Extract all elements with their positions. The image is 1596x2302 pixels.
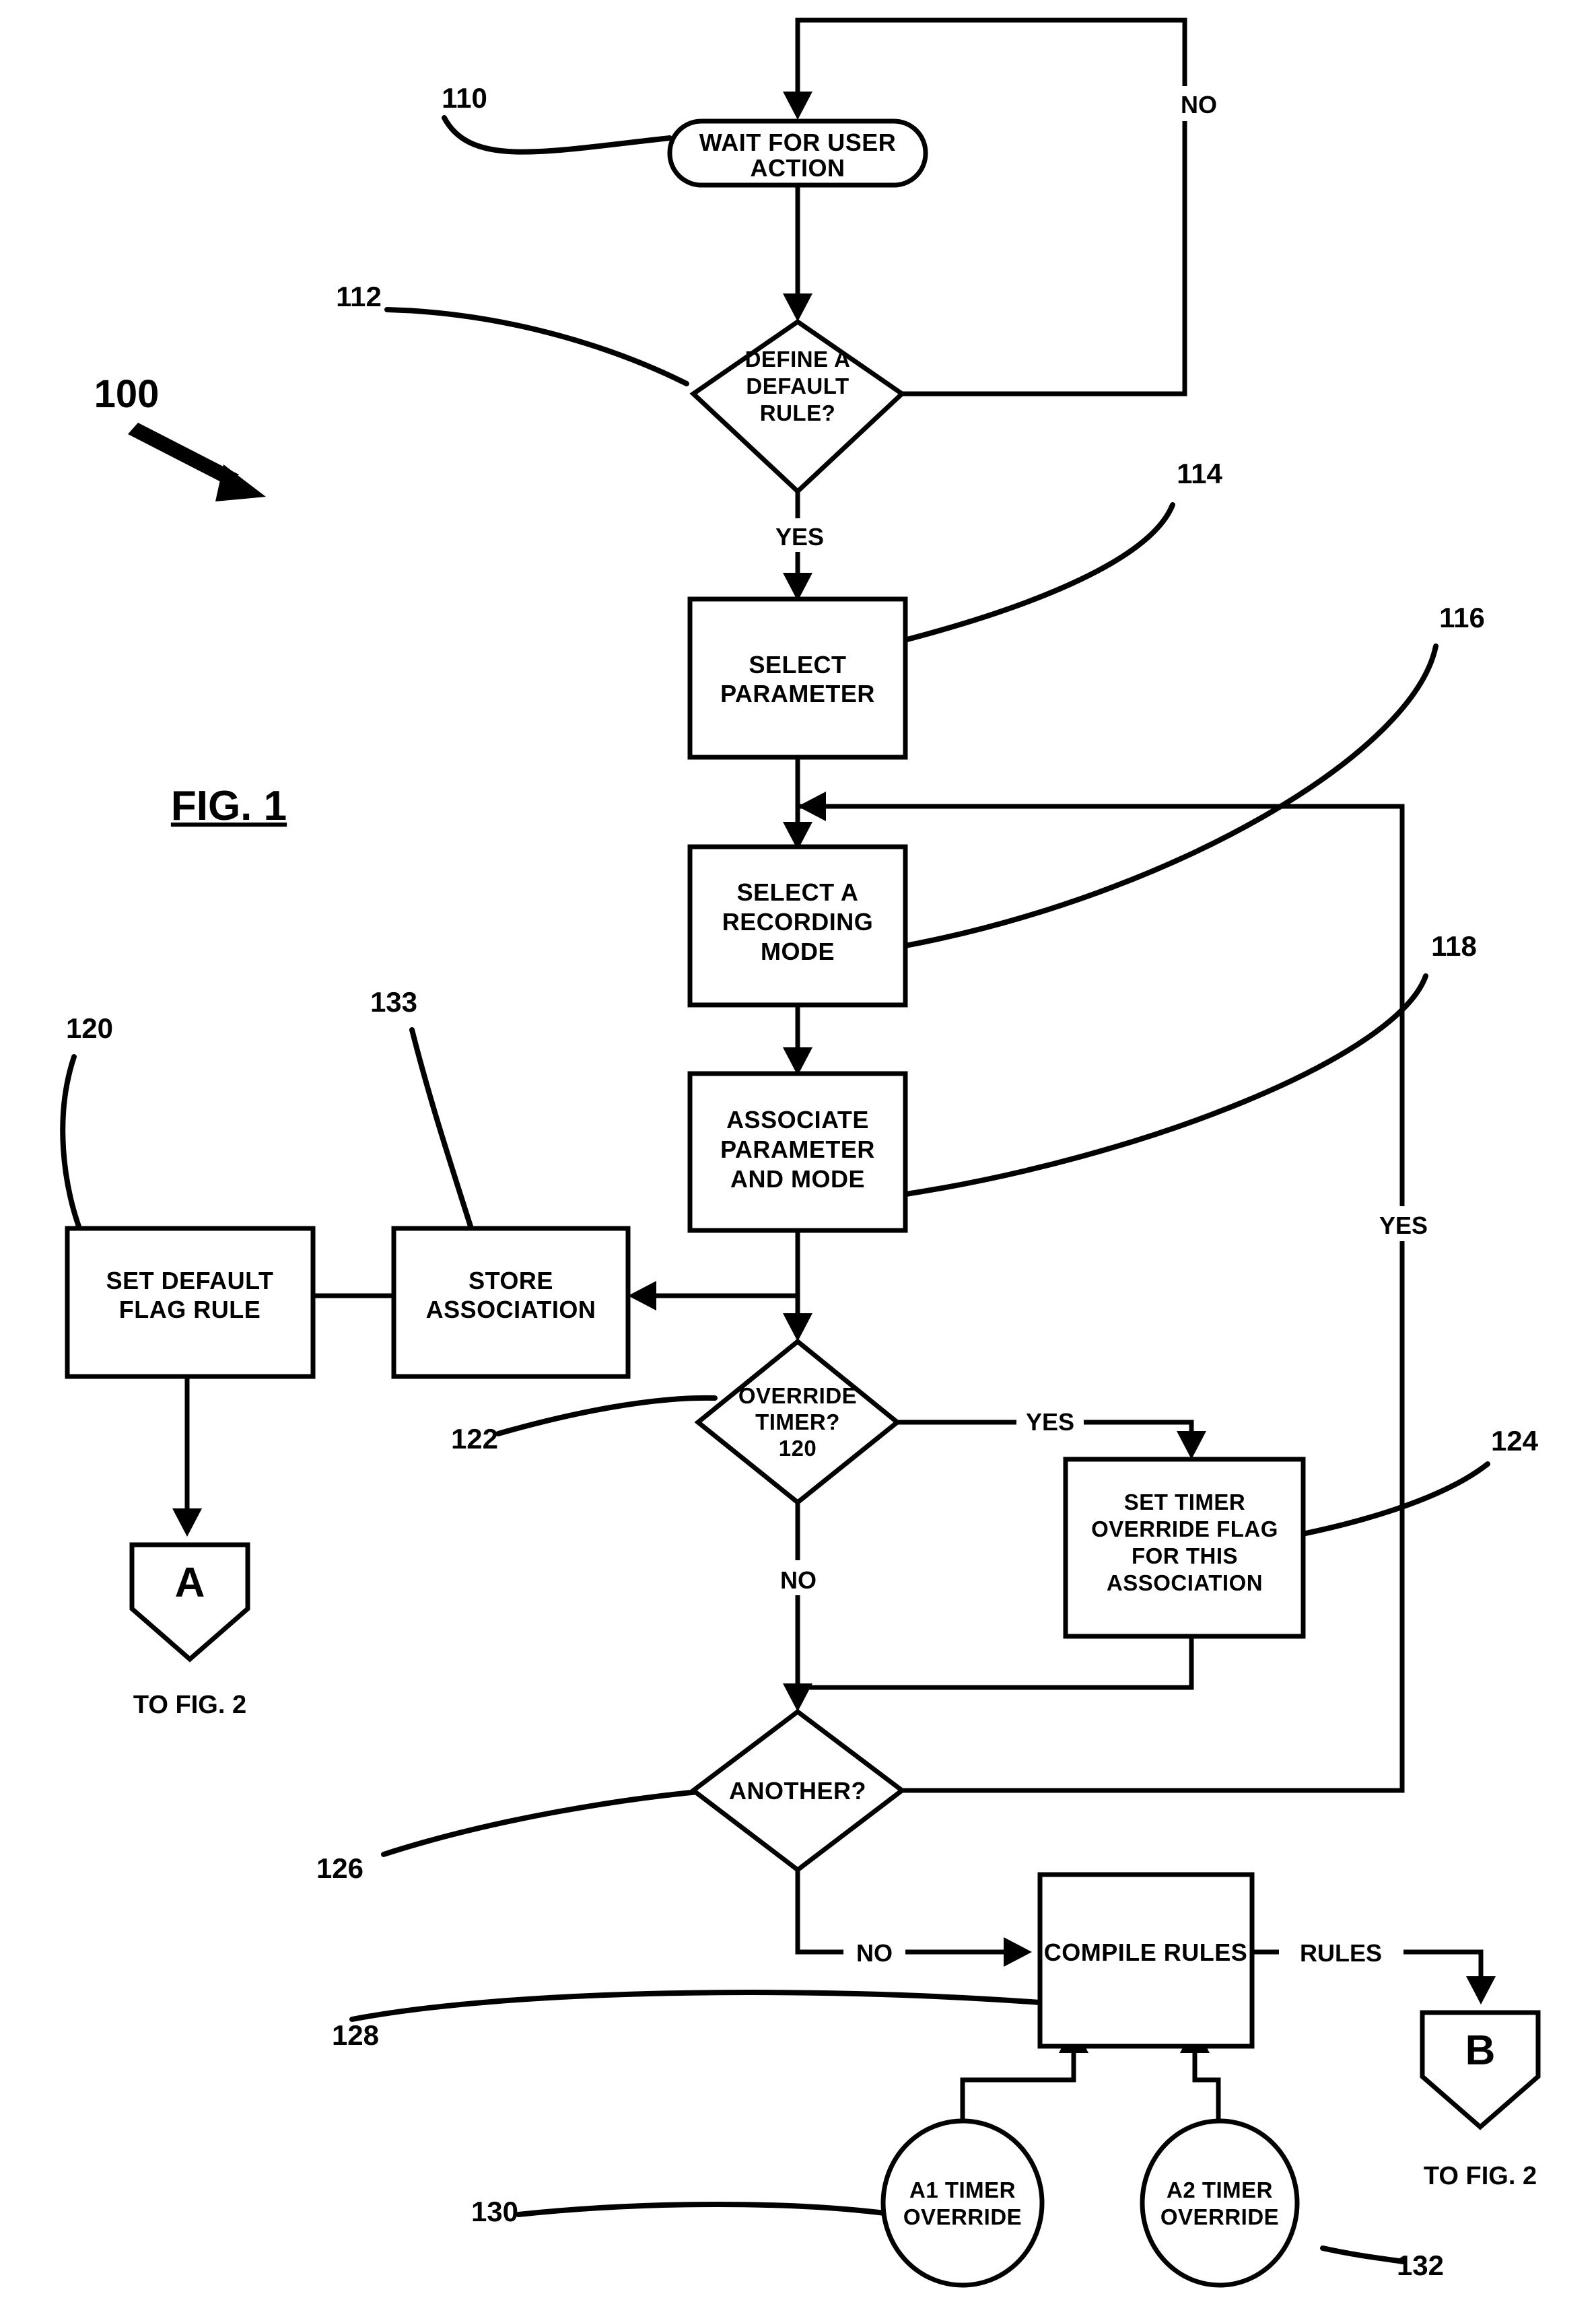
connector-a-caption: TO FIG. 2 — [133, 1691, 246, 1719]
node-settimer-line3: FOR THIS — [1132, 1543, 1238, 1568]
edge-label-define-no: NO — [1181, 91, 1217, 118]
node-a2timer-line2: OVERRIDE — [1160, 2204, 1279, 2229]
node-settimer-line4: ASSOCIATION — [1107, 1570, 1263, 1595]
edge-label-override-yes: YES — [1026, 1408, 1074, 1436]
ref-132: 132 — [1397, 2249, 1444, 2281]
edge-associate-to-store — [628, 1281, 800, 1311]
edge-define-no-loop — [783, 18, 1187, 396]
node-define-line3: RULE? — [760, 400, 836, 425]
node-selmode-line2: RECORDING — [722, 908, 874, 936]
node-define-line1: DEFINE A — [745, 347, 851, 372]
node-another[interactable]: ANOTHER? — [689, 1708, 906, 1873]
edge-wait-to-define — [783, 182, 812, 322]
edge-another-no-to-compile — [795, 1865, 1032, 1967]
leader-133 — [409, 1027, 474, 1231]
node-override-line1: OVERRIDE — [738, 1383, 857, 1408]
ref-128: 128 — [332, 2019, 379, 2051]
ref-124: 124 — [1491, 1425, 1539, 1457]
node-compile-rules[interactable]: COMPILE RULES — [1037, 1872, 1255, 2049]
node-store-line1: STORE — [469, 1267, 553, 1294]
leader-120 — [60, 1054, 82, 1231]
node-selmode-line3: MODE — [761, 938, 835, 965]
node-a2timer-line1: A2 TIMER — [1167, 2177, 1273, 2202]
node-wait-for-user-action[interactable]: WAIT FOR USER ACTION — [667, 118, 928, 188]
node-override-line2: TIMER? — [755, 1409, 840, 1434]
edge-label-override-no: NO — [780, 1566, 817, 1594]
edge-settimer-to-another — [795, 1634, 1194, 1690]
ref-118: 118 — [1431, 930, 1477, 962]
node-selparam-line2: PARAMETER — [720, 680, 875, 707]
node-associate-line1: ASSOCIATE — [726, 1106, 869, 1133]
connector-a-to-fig-2[interactable]: A TO FIG. 2 — [129, 1542, 250, 1719]
patent-figure-page: WAIT FOR USER ACTION DEFINE A DEFAULT RU… — [0, 0, 1596, 2302]
leader-128 — [349, 1990, 1043, 2022]
node-a1timer-line2: OVERRIDE — [903, 2204, 1022, 2229]
node-associate-line3: AND MODE — [730, 1165, 865, 1193]
leader-124 — [1280, 1461, 1490, 1541]
node-set-default-flag-rule[interactable]: SET DEFAULT FLAG RULE — [65, 1226, 316, 1379]
node-a2-timer-override[interactable]: A2 TIMER OVERRIDE — [1140, 2118, 1300, 2288]
node-selmode-line1: SELECT A — [737, 878, 859, 906]
node-define-line2: DEFAULT — [746, 374, 849, 398]
node-associate-parameter-and-mode[interactable]: ASSOCIATE PARAMETER AND MODE — [687, 1071, 908, 1233]
edge-setflag-to-connA — [172, 1374, 202, 1537]
node-override-timer[interactable]: OVERRIDE TIMER? 120 — [694, 1338, 901, 1506]
node-another-line1: ANOTHER? — [729, 1777, 866, 1805]
edge-associate-to-override — [783, 1226, 812, 1341]
ref-130: 130 — [471, 2196, 518, 2227]
ref-114: 114 — [1177, 458, 1222, 489]
leader-126 — [381, 1788, 716, 1857]
node-store-line2: ASSOCIATION — [426, 1296, 596, 1323]
figure-label: FIG. 1 — [171, 783, 287, 829]
node-a1-timer-override[interactable]: A1 TIMER OVERRIDE — [880, 2118, 1045, 2288]
edge-label-compile-rules-out: RULES — [1300, 1939, 1382, 1967]
edge-override-no-to-another — [783, 1498, 812, 1712]
system-ref-arrow — [128, 423, 266, 501]
node-compile-line1: COMPILE RULES — [1044, 1939, 1248, 1966]
node-select-recording-mode[interactable]: SELECT A RECORDING MODE — [687, 844, 908, 1008]
edge-label-another-no: NO — [856, 1939, 893, 1967]
node-wait-line1: WAIT FOR USER — [699, 129, 897, 156]
node-override-ref-inline: 120 — [779, 1436, 817, 1461]
node-setflag-line2: FLAG RULE — [119, 1296, 261, 1323]
ref-120-setflag: 120 — [66, 1012, 113, 1044]
leader-118 — [899, 973, 1428, 1197]
edge-label-another-yes: YES — [1379, 1212, 1428, 1239]
edge-selmode-to-associate — [783, 1000, 812, 1076]
ref-126: 126 — [316, 1852, 363, 1884]
node-a1timer-line1: A1 TIMER — [909, 2177, 1016, 2202]
node-set-timer-override-flag[interactable]: SET TIMER OVERRIDE FLAG FOR THIS ASSOCIA… — [1063, 1457, 1306, 1639]
ref-100-system: 100 — [94, 372, 160, 416]
leader-132 — [1320, 2245, 1406, 2264]
ref-133: 133 — [370, 986, 417, 1018]
node-store-association[interactable]: STORE ASSOCIATION — [391, 1226, 631, 1379]
node-setflag-line1: SET DEFAULT — [106, 1267, 274, 1294]
connector-b-caption: TO FIG. 2 — [1424, 2162, 1537, 2190]
connector-a-letter: A — [175, 1560, 205, 1606]
edge-label-define-yes: YES — [775, 523, 824, 551]
leader-114 — [899, 502, 1175, 643]
leader-130 — [516, 2202, 898, 2217]
connector-b-to-fig-2[interactable]: B TO FIG. 2 — [1420, 2010, 1541, 2190]
leader-116 — [903, 643, 1438, 948]
node-wait-line2: ACTION — [751, 154, 845, 182]
node-define-default-rule[interactable]: DEFINE A DEFAULT RULE? — [689, 318, 906, 495]
node-settimer-line2: OVERRIDE FLAG — [1091, 1516, 1278, 1541]
ref-122: 122 — [451, 1423, 498, 1455]
leader-112 — [384, 307, 689, 386]
node-associate-line2: PARAMETER — [720, 1136, 875, 1163]
leader-122 — [495, 1395, 718, 1436]
ref-112: 112 — [336, 281, 382, 312]
node-selparam-line1: SELECT — [749, 651, 846, 678]
node-select-parameter[interactable]: SELECT PARAMETER — [687, 596, 908, 760]
ref-110: 110 — [442, 82, 487, 114]
leader-110 — [442, 115, 672, 155]
node-settimer-line1: SET TIMER — [1124, 1490, 1246, 1514]
connector-b-letter: B — [1465, 2027, 1496, 2074]
ref-116: 116 — [1439, 602, 1485, 633]
flowchart-diagram: WAIT FOR USER ACTION DEFINE A DEFAULT RU… — [60, 18, 1541, 2288]
